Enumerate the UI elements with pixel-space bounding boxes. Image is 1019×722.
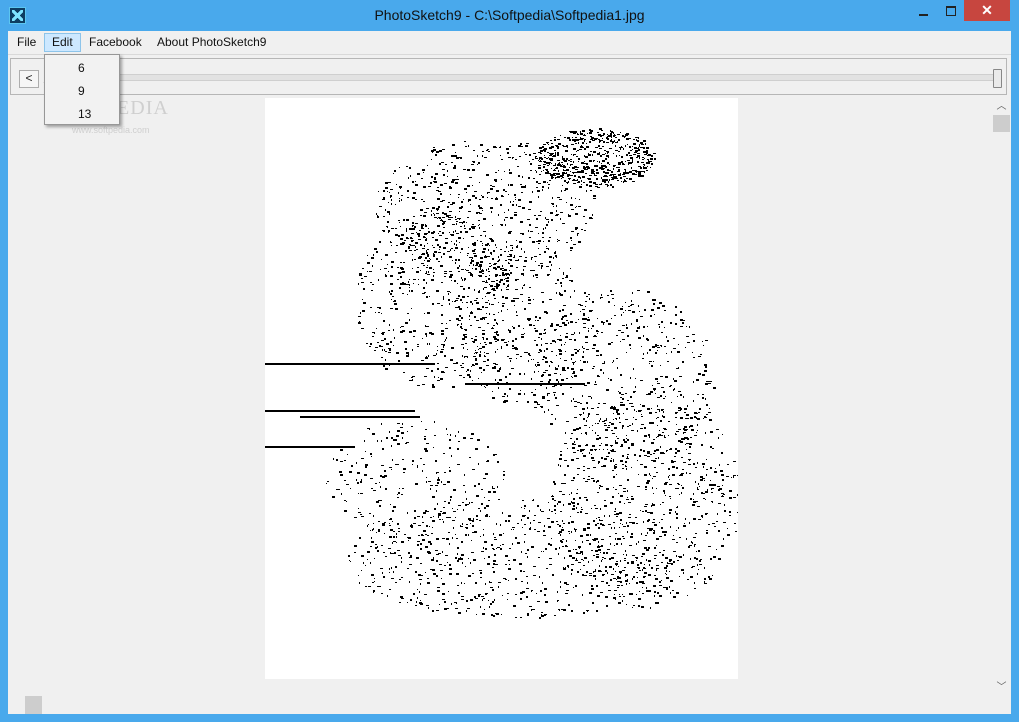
sketch-line: [265, 363, 435, 365]
horizontal-scrollbar[interactable]: [8, 696, 992, 714]
maximize-button[interactable]: [937, 0, 964, 21]
horizontal-scroll-thumb[interactable]: [25, 696, 42, 714]
scroll-down-icon[interactable]: ﹀: [992, 679, 1011, 696]
sketch-line: [265, 446, 355, 448]
vertical-scrollbar[interactable]: ︿ ﹀: [992, 98, 1011, 696]
previous-button[interactable]: <: [19, 70, 39, 88]
menu-file[interactable]: File: [10, 33, 43, 52]
menu-bar: File Edit Facebook About PhotoSketch9: [8, 31, 1011, 55]
edit-dropdown-menu: 6 9 13: [44, 54, 120, 125]
slider-panel: < 1: [10, 58, 1007, 95]
level-slider-thumb[interactable]: [993, 69, 1002, 88]
minimize-button[interactable]: [910, 0, 937, 21]
softpedia-watermark-url: www.softpedia.com: [72, 125, 150, 135]
menu-edit[interactable]: Edit: [44, 33, 81, 52]
image-viewport: ︿ ﹀: [8, 98, 1011, 714]
sketch-line: [300, 416, 420, 418]
window-title: PhotoSketch9 - C:\Softpedia\Softpedia1.j…: [374, 7, 645, 23]
level-slider-track[interactable]: [55, 74, 999, 81]
menu-facebook[interactable]: Facebook: [82, 33, 149, 52]
dropdown-item-9[interactable]: 9: [78, 84, 85, 98]
app-window: PhotoSketch9 - C:\Softpedia\Softpedia1.j…: [0, 0, 1019, 722]
title-bar[interactable]: PhotoSketch9 - C:\Softpedia\Softpedia1.j…: [0, 0, 1019, 31]
sketch-canvas: [265, 98, 738, 679]
sketch-image: [265, 128, 738, 619]
menu-about[interactable]: About PhotoSketch9: [150, 33, 273, 52]
vertical-scroll-thumb[interactable]: [993, 115, 1010, 132]
dropdown-item-13[interactable]: 13: [78, 107, 91, 121]
scroll-up-icon[interactable]: ︿: [992, 98, 1011, 115]
toolbar: < 1: [8, 55, 1011, 98]
sketch-line: [265, 410, 415, 412]
close-button[interactable]: ✕: [964, 0, 1010, 21]
sketch-line: [465, 383, 585, 385]
sketch-stipple: [326, 128, 738, 619]
dropdown-item-6[interactable]: 6: [78, 61, 85, 75]
